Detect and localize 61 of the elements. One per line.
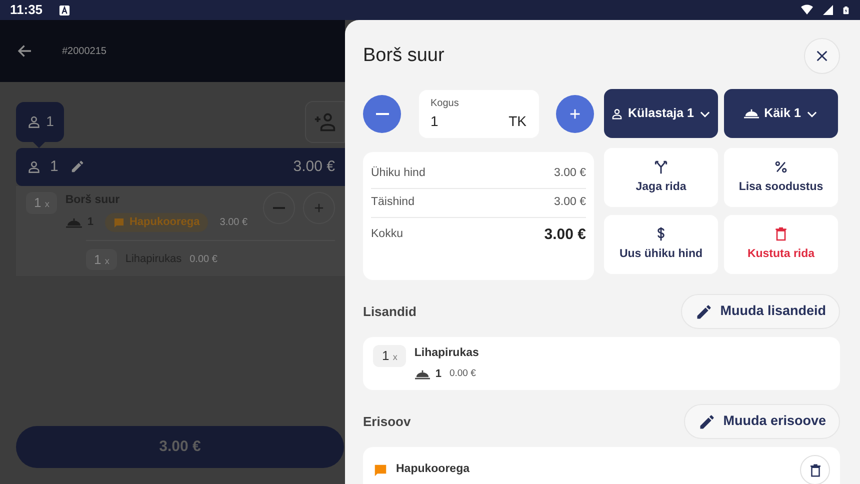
status-time: 11:35: [10, 1, 43, 20]
minus-icon: [273, 207, 285, 209]
cloche-icon: [414, 369, 432, 380]
battery-icon: [842, 4, 850, 16]
minus-icon: [376, 113, 388, 115]
addon-name: Lihapirukas: [414, 346, 479, 361]
price-value: 3.00 €: [544, 224, 586, 245]
quantity-label: 1 x: [86, 248, 118, 270]
addon-price: 0.00 €: [190, 253, 218, 267]
edit-button[interactable]: Muuda lisandeid: [681, 294, 840, 329]
price-label: Ühiku hind: [371, 165, 426, 182]
item-price: 3.00 €: [220, 216, 248, 230]
addon-price: 0.00 €: [449, 367, 476, 382]
action-button[interactable]: Uus ühiku hind: [604, 215, 718, 274]
action-button[interactable]: Kustuta rida: [724, 215, 838, 274]
cloche-icon: [743, 108, 760, 119]
price-value: 3.00 €: [554, 166, 586, 182]
quantity-field[interactable]: Kogus 1 TK: [418, 90, 538, 138]
plus-icon: [312, 201, 326, 215]
split-arrows-icon: [653, 158, 669, 175]
wifi-icon: [800, 4, 814, 16]
special-request-name: Hapukoorega: [396, 462, 470, 478]
chat-icon: [373, 462, 388, 478]
price-value: 3.00 €: [554, 195, 586, 210]
order-number: #2000215: [62, 44, 106, 58]
course-number: 1: [435, 367, 442, 382]
price-label: Kokku: [371, 227, 403, 242]
section-title: Lisandid: [363, 302, 416, 321]
close-icon: [814, 48, 830, 64]
note-tag: Hapukoorega: [105, 213, 208, 232]
trash-icon: [808, 462, 822, 478]
pencil-icon: [698, 412, 716, 430]
section-title: Erisoov: [363, 412, 411, 431]
increase-button[interactable]: [556, 95, 594, 133]
dialog-title: Borš suur: [363, 44, 444, 68]
action-button[interactable]: Lisa soodustus: [724, 148, 838, 207]
pencil-icon: [695, 302, 714, 320]
cloche-icon: [65, 217, 84, 228]
chat-icon: [113, 216, 126, 228]
delete-button[interactable]: [800, 455, 830, 484]
pencil-icon: [70, 159, 86, 174]
person-icon: [26, 114, 42, 130]
course-dropdown[interactable]: Käik 1: [724, 89, 838, 138]
quantity-label: 1 x: [26, 192, 58, 214]
guest-dropdown[interactable]: Külastaja 1: [604, 89, 718, 138]
percent-icon: [773, 158, 789, 175]
add-person-icon: [314, 110, 336, 132]
price-label: Täishind: [371, 195, 414, 210]
keyboard-indicator-icon: [58, 5, 70, 16]
signal-icon: [822, 4, 834, 16]
person-icon: [610, 106, 624, 120]
trash-icon: [773, 226, 789, 242]
action-button[interactable]: Jaga rida: [604, 148, 718, 207]
guest-total: 3.00 €: [293, 156, 335, 177]
decrease-button[interactable]: [363, 95, 401, 133]
quantity-label: 1 x: [373, 345, 406, 366]
close-button[interactable]: [804, 38, 840, 74]
edit-button[interactable]: Muuda erisoove: [684, 404, 840, 439]
guest-number: 1: [50, 156, 58, 177]
guest-row[interactable]: 1 3.00 €: [16, 148, 345, 186]
person-icon: [26, 159, 42, 175]
